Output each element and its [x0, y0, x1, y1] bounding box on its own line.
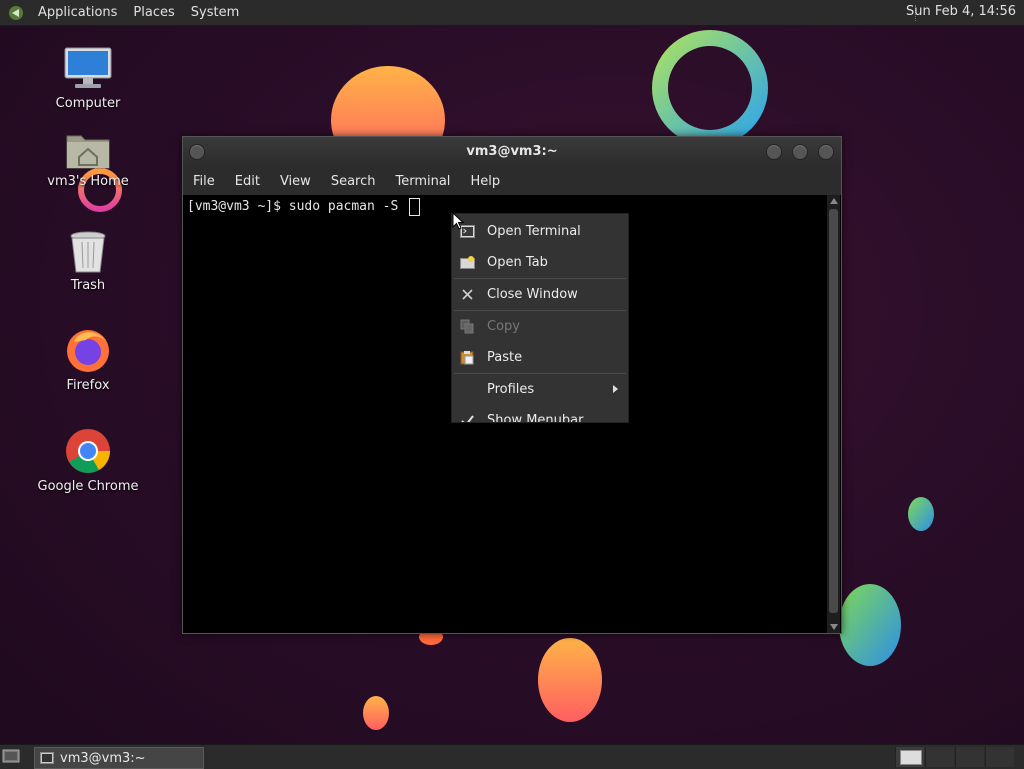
terminal-prompt: [vm3@vm3 ~]$ sudo pacman -S — [187, 199, 407, 214]
desktop-icon-label: Computer — [55, 96, 121, 111]
chrome-icon — [66, 429, 110, 473]
workspace-2[interactable] — [925, 747, 954, 767]
bottom-panel: vm3@vm3:~ — [0, 744, 1024, 769]
desktop-icon-chrome[interactable]: Google Chrome — [33, 427, 143, 494]
system-menu[interactable]: System — [183, 5, 247, 20]
context-menu: Open Terminal Open Tab Close Window Copy… — [451, 213, 629, 423]
menu-item-show-menubar[interactable]: Show Menubar — [452, 405, 628, 423]
menu-view[interactable]: View — [270, 174, 321, 189]
terminal-cursor — [409, 198, 420, 216]
desktop-icon-trash[interactable]: Trash — [33, 230, 143, 293]
desktop-icon-label: Firefox — [66, 378, 110, 393]
computer-icon — [64, 47, 112, 88]
desktop-icon-label: Google Chrome — [37, 479, 139, 494]
terminal-scrollbar[interactable] — [827, 195, 840, 633]
home-folder-icon — [66, 135, 110, 169]
checkmark-icon — [461, 415, 474, 422]
places-menu[interactable]: Places — [125, 5, 182, 20]
scroll-up-icon[interactable] — [830, 198, 838, 204]
menu-item-open-tab[interactable]: Open Tab — [452, 247, 628, 278]
menu-edit[interactable]: Edit — [225, 174, 270, 189]
top-panel: Applications Places System Sun Feb 4, 14… — [0, 0, 1024, 26]
workspace-4[interactable] — [985, 747, 1014, 767]
menu-terminal[interactable]: Terminal — [385, 174, 460, 189]
close-button[interactable] — [818, 144, 834, 160]
new-tab-icon — [460, 256, 475, 269]
desktop-icon-label: Trash — [70, 278, 106, 293]
copy-icon — [460, 319, 474, 334]
menu-item-label: Open Terminal — [487, 224, 581, 239]
menu-item-label: Paste — [487, 350, 523, 365]
menu-help[interactable]: Help — [460, 174, 510, 189]
clock[interactable]: Sun Feb 4, 14:56 — [906, 4, 1016, 19]
menu-search[interactable]: Search — [321, 174, 386, 189]
paste-icon — [460, 351, 474, 365]
desktop-icon-label: vm3's Home — [47, 174, 129, 189]
mouse-pointer-icon — [452, 212, 464, 230]
menu-item-paste[interactable]: Paste — [452, 342, 628, 373]
trash-icon — [70, 231, 106, 273]
distro-logo-icon[interactable] — [8, 5, 24, 21]
terminal-menubar: File Edit View Search Terminal Help — [183, 167, 841, 195]
menu-item-close-window[interactable]: Close Window — [452, 279, 628, 310]
firefox-icon — [67, 330, 109, 372]
window-title: vm3@vm3:~ — [466, 144, 558, 159]
menu-item-label: Copy — [487, 319, 520, 334]
menu-file[interactable]: File — [183, 174, 225, 189]
menu-item-open-terminal[interactable]: Open Terminal — [452, 216, 628, 247]
terminal-icon — [40, 752, 54, 764]
maximize-button[interactable] — [792, 144, 808, 160]
show-desktop-icon[interactable] — [2, 748, 20, 764]
workspace-window-preview — [900, 750, 922, 765]
menu-item-label: Open Tab — [487, 255, 548, 270]
scroll-thumb[interactable] — [829, 209, 838, 613]
close-icon — [462, 289, 473, 300]
minimize-button[interactable] — [766, 144, 782, 160]
desktop-icon-computer[interactable]: Computer — [33, 46, 143, 111]
menu-item-label: Profiles — [487, 382, 535, 397]
workspace-1[interactable] — [895, 747, 924, 767]
taskbar-window-label: vm3@vm3:~ — [60, 750, 146, 766]
desktop-icon-home[interactable]: vm3's Home — [33, 130, 143, 189]
menu-item-copy[interactable]: Copy — [452, 311, 628, 342]
window-titlebar[interactable]: vm3@vm3:~ — [183, 137, 841, 167]
scroll-down-icon[interactable] — [830, 624, 838, 630]
menu-item-label: Show Menubar — [487, 413, 584, 423]
menu-item-label: Close Window — [487, 287, 578, 302]
menu-item-profiles[interactable]: Profiles — [452, 374, 628, 405]
applications-menu[interactable]: Applications — [30, 5, 125, 20]
desktop-icon-firefox[interactable]: Firefox — [33, 326, 143, 393]
taskbar-window-button[interactable]: vm3@vm3:~ — [34, 747, 204, 769]
workspace-3[interactable] — [955, 747, 984, 767]
submenu-arrow-icon — [613, 385, 618, 393]
